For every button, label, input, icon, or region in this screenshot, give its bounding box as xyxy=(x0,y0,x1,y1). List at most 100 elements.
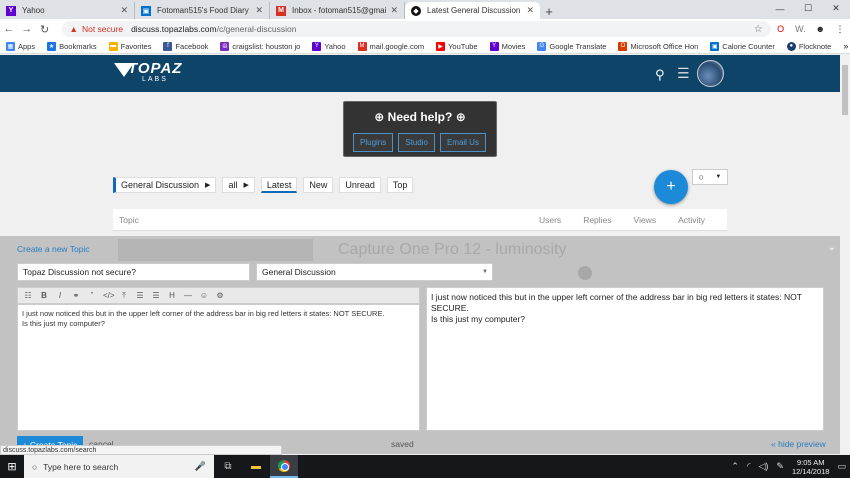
chevron-up-icon[interactable]: ⌃ xyxy=(731,461,739,472)
column-views[interactable]: Views xyxy=(634,215,657,225)
quote-icon[interactable]: ☷ xyxy=(23,291,33,300)
security-label[interactable]: Not secure xyxy=(82,24,123,34)
forward-icon[interactable]: → xyxy=(18,23,36,35)
heading-icon[interactable]: H xyxy=(167,291,177,300)
column-activity[interactable]: Activity xyxy=(678,215,705,225)
bookmarks-overflow[interactable]: » xyxy=(843,41,848,51)
chevron-down-icon[interactable]: ⌄ xyxy=(828,242,836,253)
studio-button[interactable]: Studio xyxy=(398,133,435,152)
bookmark-apps[interactable]: ▦ Apps xyxy=(6,41,35,51)
bookmark-flocknote[interactable]: ● Flocknote xyxy=(786,41,831,51)
background-topic-thumbnail xyxy=(118,239,313,261)
tab-topaz-discussion[interactable]: ◆ Latest General Discussion topics ✕ xyxy=(405,2,540,19)
profile-icon[interactable]: ☻ xyxy=(810,24,830,34)
column-replies[interactable]: Replies xyxy=(583,215,611,225)
background-topic-title: Capture One Pro 12 - luminosity xyxy=(338,241,567,258)
topic-title-input[interactable]: Topaz Discussion not secure? xyxy=(17,263,250,281)
url-bar[interactable]: ▲ Not secure discuss.topazlabs.com/c/gen… xyxy=(61,21,771,37)
bookmark-movies[interactable]: Y Movies xyxy=(489,41,525,51)
notification-level-dropdown[interactable]: ○ ▼ xyxy=(692,169,728,185)
category-select[interactable]: General Discussion ▼ xyxy=(256,263,493,281)
bold-icon[interactable]: B xyxy=(39,291,49,300)
minimize-button[interactable]: — xyxy=(766,0,794,17)
search-icon[interactable]: ⚲ xyxy=(655,67,665,83)
bookmark-gmail[interactable]: Mmail.google.com xyxy=(357,41,424,51)
upload-icon[interactable]: ⤒ xyxy=(119,291,129,301)
opera-extension-icon[interactable]: O xyxy=(771,24,791,34)
new-tab-button[interactable]: + xyxy=(540,4,558,19)
tab-unread[interactable]: Unread xyxy=(339,177,381,193)
window-controls: — ☐ ✕ xyxy=(766,0,850,17)
task-view-icon[interactable]: ⧉ xyxy=(214,455,242,478)
horizontal-rule-icon[interactable]: — xyxy=(183,291,193,300)
bookmark-favorites[interactable]: ▬ Favorites xyxy=(108,41,151,51)
italic-icon[interactable]: I xyxy=(55,291,65,300)
category-dropdown[interactable]: General Discussion ▶ xyxy=(113,177,217,193)
user-avatar[interactable] xyxy=(697,60,724,87)
close-icon[interactable]: ✕ xyxy=(526,5,534,16)
bookmark-yahoo[interactable]: Y Yahoo xyxy=(312,41,346,51)
browser-tab-bar: Y Yahoo ✕ ▣ Fotoman515's Food Diary | My… xyxy=(0,0,850,19)
wordpress-extension-icon[interactable]: W. xyxy=(790,24,810,34)
filter-dropdown[interactable]: all ▶ xyxy=(222,177,255,193)
composer-textarea[interactable]: I just now noticed this but in the upper… xyxy=(17,304,420,431)
link-icon[interactable]: ⚭ xyxy=(71,291,81,300)
url-path: /c/general-discussion xyxy=(216,24,297,34)
new-topic-fab[interactable]: + xyxy=(654,170,688,204)
tab-top[interactable]: Top xyxy=(386,177,414,193)
code-icon[interactable]: </> xyxy=(103,291,115,300)
plugins-button[interactable]: Plugins xyxy=(353,133,394,152)
microphone-icon[interactable]: 🎤 xyxy=(195,461,206,472)
taskbar-search-input[interactable]: ○ Type here to search 🎤 xyxy=(24,455,214,478)
bullet-list-icon[interactable]: ☰ xyxy=(135,291,145,300)
close-icon[interactable]: ✕ xyxy=(390,5,398,16)
more-menu-icon[interactable]: ⋮ xyxy=(830,24,850,35)
numbered-list-icon[interactable]: ☰ xyxy=(151,291,161,300)
back-icon[interactable]: ← xyxy=(0,23,18,35)
folder-icon: ▬ xyxy=(108,41,118,51)
network-icon[interactable]: ◜ xyxy=(747,461,751,472)
bookmark-google-translate[interactable]: G Google Translate xyxy=(537,41,606,51)
bookmark-youtube[interactable]: ▶ YouTube xyxy=(436,41,478,51)
volume-icon[interactable]: ◁) xyxy=(758,461,768,472)
blockquote-icon[interactable]: ” xyxy=(87,291,97,300)
hide-preview-link[interactable]: « hide preview xyxy=(771,439,826,449)
close-icon[interactable]: ✕ xyxy=(120,5,128,16)
pen-icon[interactable]: ✎ xyxy=(776,461,784,472)
notifications-icon[interactable]: ▭ xyxy=(837,461,846,472)
bookmark-facebook[interactable]: f Facebook xyxy=(163,41,208,51)
gear-icon[interactable]: ⚙ xyxy=(215,291,225,300)
bookmark-star-icon[interactable]: ☆ xyxy=(754,24,763,35)
bookmark-calorie-counter[interactable]: ▣ Calorie Counter xyxy=(710,41,775,51)
caret-down-icon: ▼ xyxy=(482,269,488,275)
hamburger-menu-icon[interactable]: ☰ xyxy=(677,65,690,82)
tab-latest[interactable]: Latest xyxy=(260,177,298,193)
tab-yahoo[interactable]: Y Yahoo ✕ xyxy=(0,2,135,19)
windows-start-icon[interactable]: ⊞ xyxy=(0,455,24,478)
topic-nav: General Discussion ▶ all ▶ Latest New Unre… xyxy=(113,177,414,193)
chrome-taskbar-icon[interactable] xyxy=(270,455,298,478)
taskbar-clock[interactable]: 9:05 AM 12/14/2018 xyxy=(792,458,830,476)
bookmark-craigslist[interactable]: ☮ craigslist: houston jo xyxy=(220,41,300,51)
facebook-icon: f xyxy=(163,41,173,51)
tab-myfitnesspal[interactable]: ▣ Fotoman515's Food Diary | MyFi ✕ xyxy=(135,2,270,19)
tab-new[interactable]: New xyxy=(303,177,334,193)
scrollbar-thumb[interactable] xyxy=(842,65,848,115)
topaz-logo[interactable]: TOPAZ LABS xyxy=(114,60,181,88)
file-explorer-icon[interactable]: ▬ xyxy=(242,455,270,478)
column-users[interactable]: Users xyxy=(539,215,561,225)
draft-saved-status: saved xyxy=(391,439,414,449)
close-window-button[interactable]: ✕ xyxy=(822,0,850,17)
bookmark-office[interactable]: O Microsoft Office Hon xyxy=(618,41,698,51)
bookmarks-bar: ▦ Apps ★ Bookmarks ▬ Favorites f Facebook ☮ c… xyxy=(0,39,850,54)
maximize-button[interactable]: ☐ xyxy=(794,0,822,17)
emoji-icon[interactable]: ☺ xyxy=(199,291,209,300)
reload-icon[interactable]: ↻ xyxy=(36,23,54,36)
page-scrollbar[interactable] xyxy=(840,55,850,455)
email-us-button[interactable]: Email Us xyxy=(439,133,486,152)
tab-gmail[interactable]: M Inbox - fotoman515@gmail.com ✕ xyxy=(270,2,405,19)
column-topic[interactable]: Topic xyxy=(119,215,539,225)
close-icon[interactable]: ✕ xyxy=(255,5,263,16)
bookmark-bookmarks[interactable]: ★ Bookmarks xyxy=(47,41,97,51)
create-topic-link[interactable]: Create a new Topic xyxy=(17,244,90,254)
